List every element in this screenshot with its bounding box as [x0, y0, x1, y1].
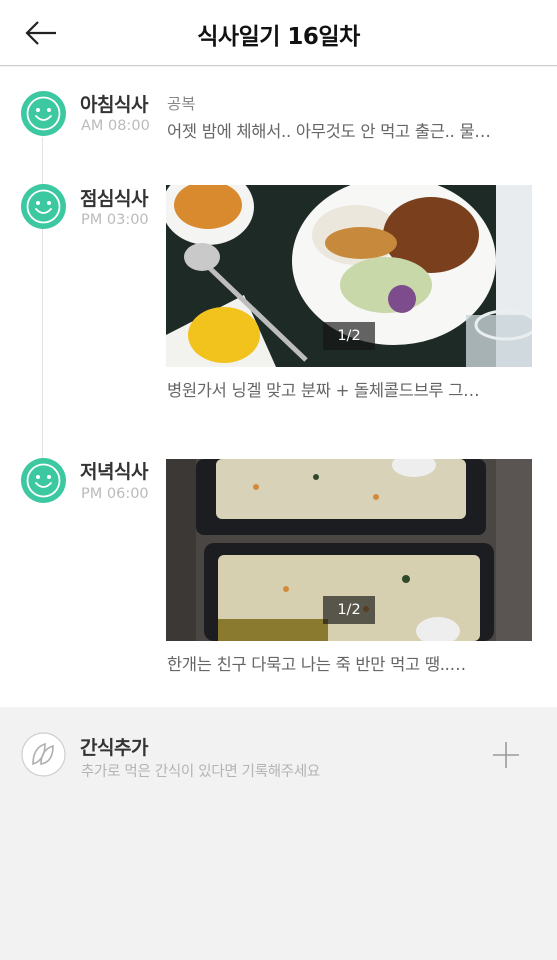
meal-description: 어젯 밤에 체해서.. 아무것도 안 먹고 출근.. 물… — [167, 122, 491, 141]
meal-time: PM 03:00 — [81, 212, 149, 228]
page-title: 식사일기 16일차 — [197, 24, 360, 50]
meal-photo[interactable]: 1/2 — [166, 185, 532, 367]
smiley-icon — [21, 91, 66, 136]
meal-description: 병원가서 닝겔 맞고 분짜 + 돌체콜드브루 그… — [167, 381, 480, 400]
snack-subtitle: 추가로 먹은 간식이 있다면 기록해주세요 — [81, 764, 320, 780]
meal-name: 아침식사 — [80, 94, 148, 116]
meal-name: 점심식사 — [80, 188, 148, 210]
photo-counter: 1/2 — [323, 596, 375, 624]
fasting-tag: 공복 — [167, 95, 196, 113]
meal-time: AM 08:00 — [81, 118, 150, 134]
plus-icon[interactable] — [491, 740, 521, 770]
meal-name: 저녁식사 — [80, 461, 148, 483]
snack-title: 간식추가 — [80, 737, 148, 759]
meal-photo[interactable]: 1/2 — [166, 459, 532, 641]
meal-description: 한개는 친구 다묵고 나는 죽 반만 먹고 땡..… — [167, 655, 466, 674]
smiley-icon — [21, 458, 66, 503]
leaf-icon — [21, 732, 66, 777]
photo-counter: 1/2 — [323, 322, 375, 350]
app-header: 식사일기 16일차 — [0, 0, 557, 66]
smiley-icon — [21, 184, 66, 229]
snack-add-section[interactable]: 간식추가 추가로 먹은 간식이 있다면 기록해주세요 — [0, 707, 557, 960]
meal-time: PM 06:00 — [81, 486, 149, 502]
